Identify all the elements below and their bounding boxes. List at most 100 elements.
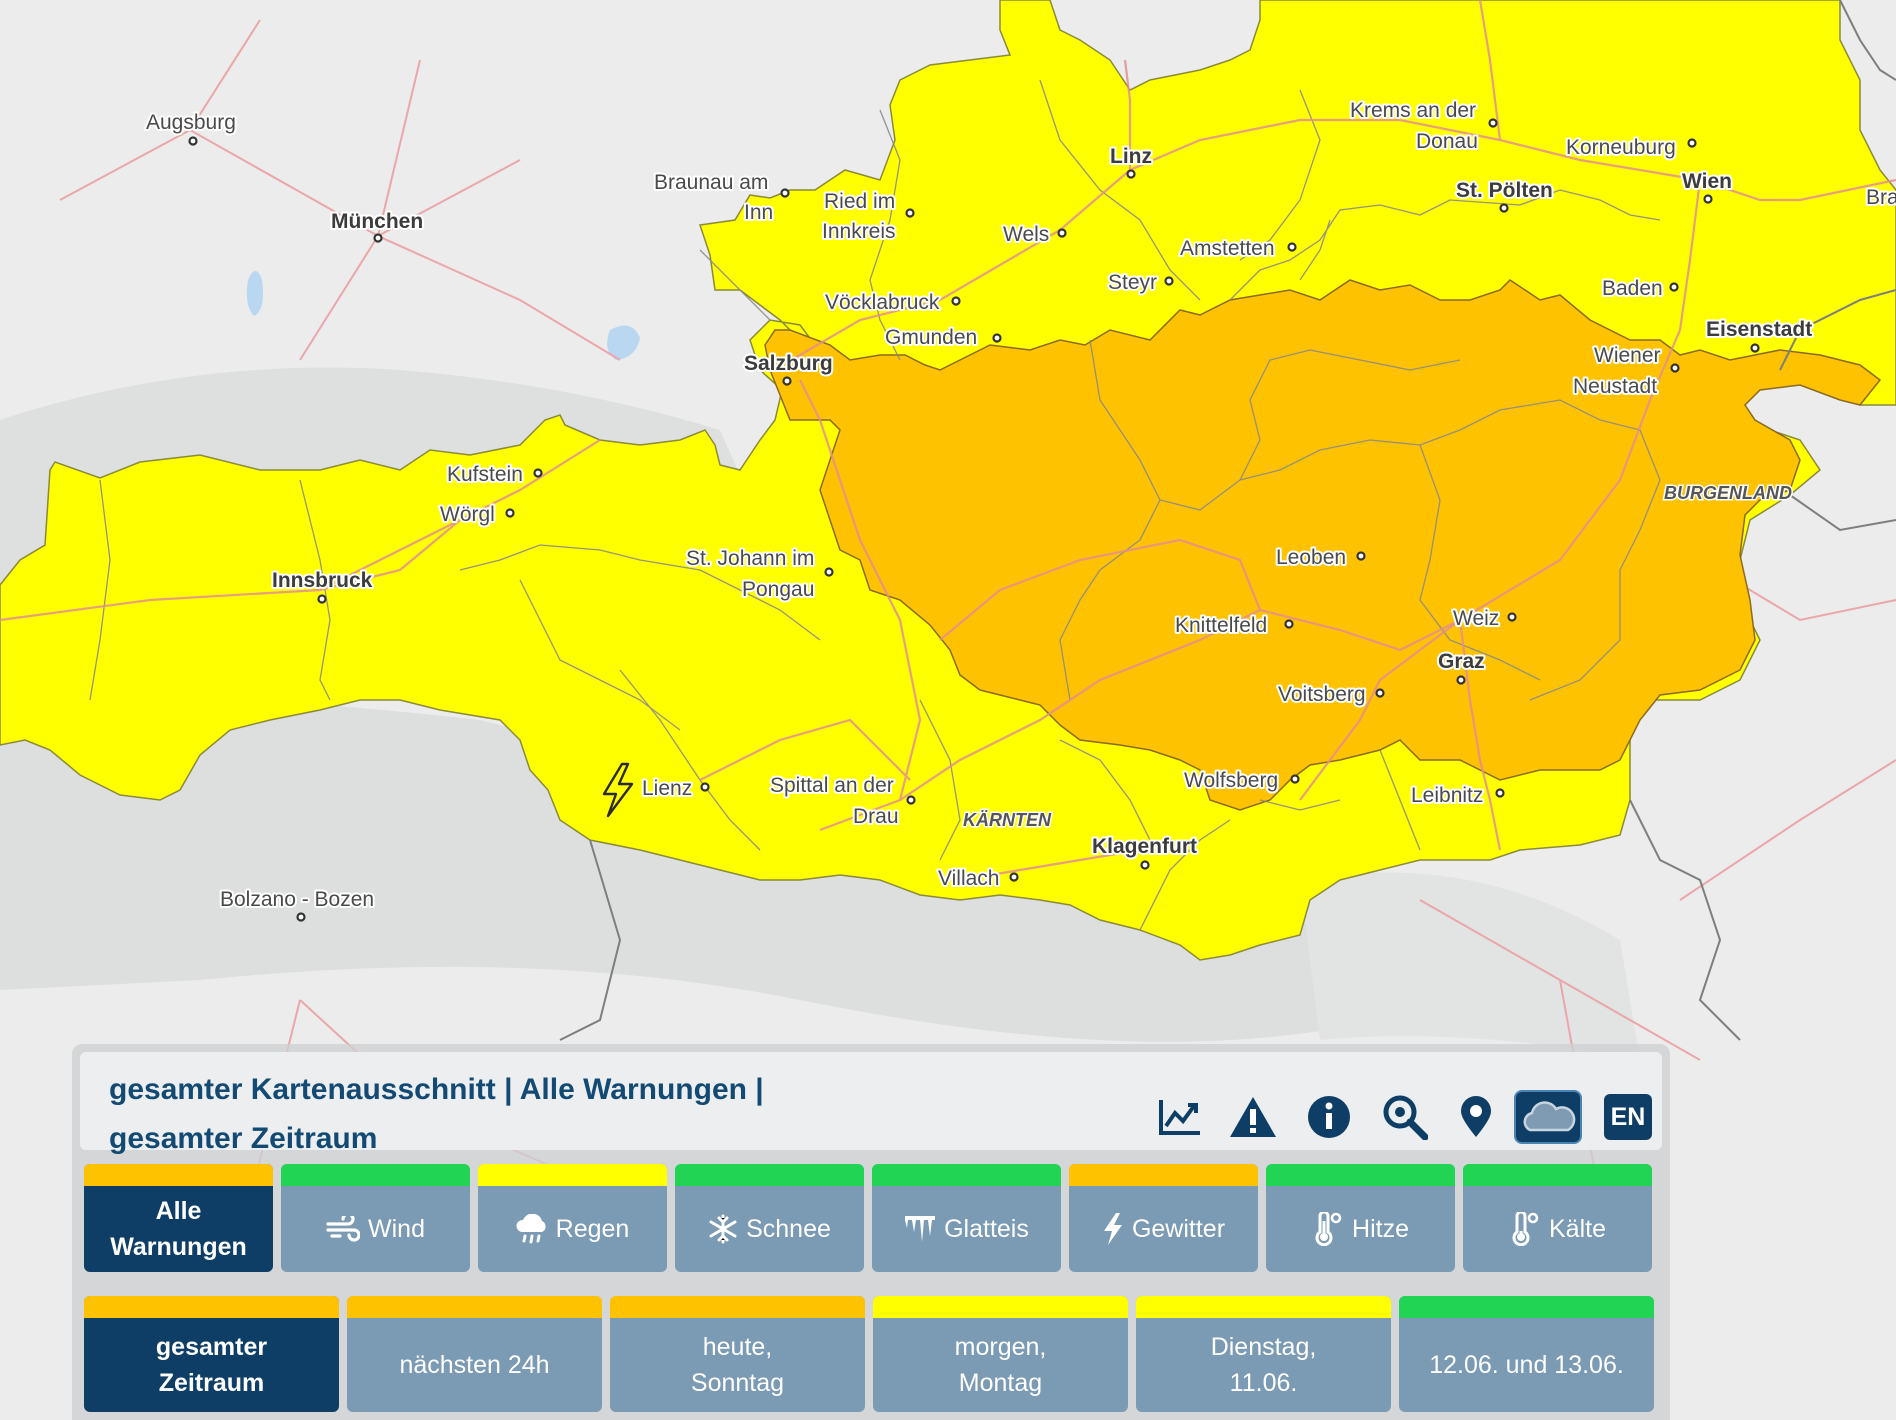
city-label: Baden bbox=[1602, 277, 1663, 300]
cloud-icon[interactable] bbox=[1514, 1090, 1582, 1144]
city-label: Innsbruck bbox=[272, 569, 373, 592]
lightning-icon bbox=[1102, 1213, 1124, 1245]
timeframe-line1: gesamter bbox=[155, 1333, 268, 1361]
zoom-search-icon[interactable] bbox=[1378, 1090, 1432, 1144]
city-label: Wörgl bbox=[440, 503, 495, 526]
timeframe-content: morgen, Montag bbox=[949, 1329, 1053, 1401]
timeframe-line1: heute, bbox=[702, 1333, 773, 1361]
category-label: Regen bbox=[555, 1215, 630, 1243]
status-strip bbox=[675, 1164, 864, 1186]
timeframe-total[interactable]: gesamter Zeitraum bbox=[84, 1296, 339, 1412]
status-strip bbox=[1136, 1296, 1391, 1318]
timeframe-next-24h[interactable]: nächsten 24h bbox=[347, 1296, 602, 1412]
region-label: KÄRNTEN bbox=[963, 810, 1052, 830]
ice-icon bbox=[904, 1214, 936, 1244]
category-content: Schnee bbox=[702, 1211, 837, 1247]
timeframe-today[interactable]: heute, Sonntag bbox=[610, 1296, 865, 1412]
city-label: Villach bbox=[938, 867, 999, 890]
category-content: Wind bbox=[320, 1211, 431, 1247]
timeframe-later[interactable]: 12.06. und 13.06. bbox=[1399, 1296, 1654, 1412]
city-label: Gmunden bbox=[885, 326, 977, 349]
category-tabs: Alle Warnungen Wind Regen Schnee Glattei… bbox=[84, 1164, 1652, 1272]
warning-icon[interactable] bbox=[1226, 1090, 1280, 1144]
city-label: Amstetten bbox=[1180, 237, 1275, 260]
panel-header: gesamter Kartenausschnitt | Alle Warnung… bbox=[80, 1052, 1662, 1155]
city-label: Pongau bbox=[742, 578, 814, 601]
snowflake-icon bbox=[708, 1214, 738, 1244]
timeframe-tuesday[interactable]: Dienstag, 11.06. bbox=[1136, 1296, 1391, 1412]
status-strip bbox=[84, 1296, 339, 1318]
city-label: Spittal an der bbox=[770, 774, 894, 797]
category-label: Wind bbox=[368, 1215, 425, 1243]
city-label: Wiener bbox=[1594, 344, 1661, 367]
status-strip bbox=[1399, 1296, 1654, 1318]
timeframe-tomorrow[interactable]: morgen, Montag bbox=[873, 1296, 1128, 1412]
timeframe-content: 12.06. und 13.06. bbox=[1423, 1347, 1630, 1383]
category-wind[interactable]: Wind bbox=[281, 1164, 470, 1272]
category-snow[interactable]: Schnee bbox=[675, 1164, 864, 1272]
timeframe-tabs: gesamter Zeitraum nächsten 24h heute, So… bbox=[84, 1296, 1654, 1412]
status-strip bbox=[281, 1164, 470, 1186]
status-strip bbox=[1069, 1164, 1258, 1186]
chart-icon[interactable] bbox=[1153, 1090, 1207, 1144]
wind-icon bbox=[326, 1216, 361, 1242]
info-icon[interactable] bbox=[1302, 1090, 1356, 1144]
city-label: Wien bbox=[1682, 170, 1732, 193]
timeframe-line1: morgen, bbox=[954, 1333, 1047, 1361]
category-all-warnings[interactable]: Alle Warnungen bbox=[84, 1164, 273, 1272]
timeframe-line1: 12.06. und 13.06. bbox=[1429, 1351, 1624, 1379]
city-label: St. Pölten bbox=[1456, 179, 1553, 202]
category-content: Kälte bbox=[1503, 1211, 1612, 1247]
city-label: Bolzano - Bozen bbox=[220, 888, 374, 911]
city-label: Ried im bbox=[824, 190, 895, 213]
heat-thermometer-icon bbox=[1312, 1212, 1344, 1246]
city-label: Krems an der bbox=[1350, 99, 1476, 122]
timeframe-line2: Montag bbox=[958, 1369, 1043, 1397]
status-strip bbox=[1463, 1164, 1652, 1186]
city-label: Innkreis bbox=[822, 220, 896, 243]
city-label: Neustadt bbox=[1573, 375, 1657, 398]
category-cold[interactable]: Kälte bbox=[1463, 1164, 1652, 1272]
city-label: Braunau am bbox=[654, 171, 768, 194]
category-content: Gewitter bbox=[1096, 1211, 1231, 1247]
region-label: BURGENLAND bbox=[1664, 483, 1792, 503]
city-label: Vöcklabruck bbox=[825, 291, 940, 314]
language-en-button[interactable]: EN bbox=[1604, 1094, 1652, 1140]
city-label: Wolfsberg bbox=[1184, 769, 1278, 792]
city-label: Linz bbox=[1110, 145, 1152, 168]
location-pin-icon[interactable] bbox=[1449, 1090, 1503, 1144]
city-label: Voitsberg bbox=[1278, 683, 1366, 706]
timeframe-line1: Dienstag, bbox=[1210, 1333, 1317, 1361]
cold-thermometer-icon bbox=[1509, 1212, 1541, 1246]
timeframe-line2: 11.06. bbox=[1229, 1369, 1298, 1397]
status-strip bbox=[347, 1296, 602, 1318]
category-label: Hitze bbox=[1352, 1215, 1409, 1243]
timeframe-line2: Zeitraum bbox=[158, 1369, 265, 1397]
category-rain[interactable]: Regen bbox=[478, 1164, 667, 1272]
timeframe-content: heute, Sonntag bbox=[685, 1329, 790, 1401]
category-ice[interactable]: Glatteis bbox=[872, 1164, 1061, 1272]
city-label: Bra bbox=[1866, 186, 1896, 209]
category-label: Schnee bbox=[746, 1215, 831, 1243]
category-content: Glatteis bbox=[898, 1211, 1035, 1247]
timeframe-line2: Sonntag bbox=[690, 1369, 785, 1397]
status-strip bbox=[478, 1164, 667, 1186]
city-label: München bbox=[331, 210, 423, 233]
category-label: Gewitter bbox=[1131, 1215, 1226, 1243]
category-heat[interactable]: Hitze bbox=[1266, 1164, 1455, 1272]
status-strip bbox=[872, 1164, 1061, 1186]
city-label: Korneuburg bbox=[1566, 136, 1676, 159]
city-label: Inn bbox=[744, 201, 773, 224]
panel-title: gesamter Kartenausschnitt | Alle Warnung… bbox=[109, 1073, 764, 1155]
category-thunderstorm[interactable]: Gewitter bbox=[1069, 1164, 1258, 1272]
city-label: Donau bbox=[1416, 130, 1478, 153]
city-label: Salzburg bbox=[744, 352, 833, 375]
city-label: Graz bbox=[1438, 650, 1485, 673]
category-label: Alle Warnungen bbox=[110, 1197, 247, 1261]
city-label: St. Johann im bbox=[686, 547, 814, 570]
city-label: Kufstein bbox=[447, 463, 523, 486]
city-label: Leoben bbox=[1276, 546, 1346, 569]
city-label: Leibnitz bbox=[1411, 784, 1483, 807]
status-strip bbox=[1266, 1164, 1455, 1186]
rain-icon bbox=[516, 1214, 548, 1244]
